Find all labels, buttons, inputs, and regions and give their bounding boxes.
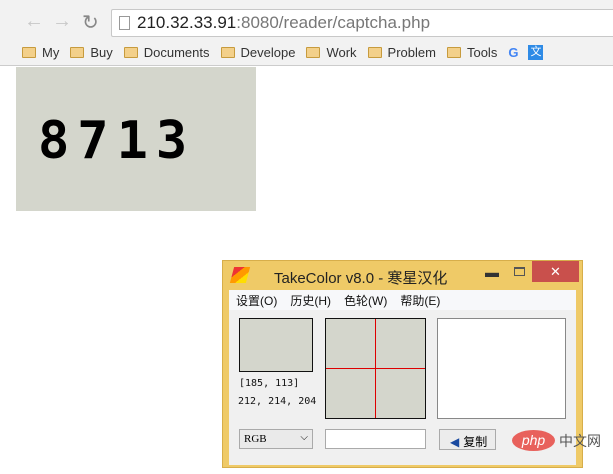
address-bar[interactable]: 210.32.33.91:8080/reader/captcha.php	[111, 9, 613, 37]
cursor-coords: [185, 113]	[239, 378, 300, 389]
folder-icon	[306, 47, 321, 58]
bookmark-label: My	[42, 45, 60, 60]
folder-icon	[446, 47, 461, 58]
bookmark-tools[interactable]: Tools	[446, 45, 498, 60]
app-logo-icon	[229, 267, 251, 283]
php-logo: php	[512, 430, 555, 451]
back-icon[interactable]: ←	[24, 10, 44, 33]
bookmark-label: Documents	[143, 45, 210, 60]
folder-icon	[70, 47, 85, 58]
color-code-input[interactable]	[325, 429, 426, 449]
watermark: php 中文网	[512, 430, 601, 451]
copy-button[interactable]: ◀ 复制	[439, 429, 496, 450]
menu-help[interactable]: 帮助(E)	[400, 292, 440, 309]
captcha-image: 8713	[16, 67, 256, 211]
folder-icon	[22, 47, 36, 58]
bookmark-work[interactable]: Work	[306, 45, 357, 60]
magnifier-view	[325, 318, 426, 419]
bookmark-develope[interactable]: Develope	[220, 45, 296, 60]
bookmark-buy[interactable]: Buy	[70, 45, 113, 60]
bookmarks-bar: My Buy Documents Develope Work Problem T…	[0, 40, 613, 66]
window-title: TakeColor v8.0 - 寒星汉化	[274, 270, 448, 287]
bookmark-label: Problem	[387, 45, 436, 60]
maximize-button[interactable]	[514, 267, 525, 276]
page-icon	[119, 16, 130, 30]
history-panel	[437, 318, 566, 419]
folder-icon	[220, 47, 235, 58]
reload-icon[interactable]: ↻	[82, 10, 99, 35]
folder-icon	[123, 47, 138, 58]
browser-toolbar: ← → ↻ 210.32.33.91:8080/reader/captcha.p…	[0, 0, 613, 40]
menu-color-wheel[interactable]: 色轮(W)	[344, 292, 387, 309]
color-mode-select[interactable]: RGB ⌵	[239, 429, 313, 449]
bookmark-label: Buy	[90, 45, 113, 60]
url-host: 210.32.33.91	[137, 13, 237, 32]
arrow-left-icon: ◀	[450, 435, 460, 449]
bookmark-label: Work	[326, 45, 357, 60]
title-bar[interactable]: TakeColor v8.0 - 寒星汉化 ▬ ✕	[223, 261, 582, 291]
color-mode-value: RGB	[244, 433, 267, 445]
bookmark-my[interactable]: My	[22, 45, 59, 60]
menu-settings[interactable]: 设置(O)	[236, 292, 277, 309]
url-path: :8080/reader/captcha.php	[236, 13, 431, 32]
bookmark-problem[interactable]: Problem	[367, 45, 436, 60]
forward-icon[interactable]: →	[52, 10, 72, 33]
folder-icon	[367, 47, 382, 58]
close-button[interactable]: ✕	[532, 261, 579, 282]
bookmark-label: Tools	[466, 45, 498, 60]
menu-bar: 设置(O) 历史(H) 色轮(W) 帮助(E)	[229, 290, 576, 310]
chevron-down-icon: ⌵	[300, 432, 308, 443]
google-icon[interactable]: G	[508, 45, 518, 60]
translate-icon[interactable]: 文	[528, 45, 544, 60]
menu-history[interactable]: 历史(H)	[290, 292, 331, 309]
copy-label: 复制	[463, 435, 488, 449]
crosshair-horizontal	[326, 368, 425, 369]
watermark-text: 中文网	[559, 432, 601, 449]
color-swatch	[239, 318, 313, 372]
rgb-value: 212, 214, 204	[238, 396, 317, 407]
bookmark-label: Develope	[240, 45, 296, 60]
captcha-text: 8713	[38, 111, 196, 171]
bookmark-documents[interactable]: Documents	[123, 45, 210, 60]
minimize-button[interactable]: ▬	[485, 264, 499, 280]
